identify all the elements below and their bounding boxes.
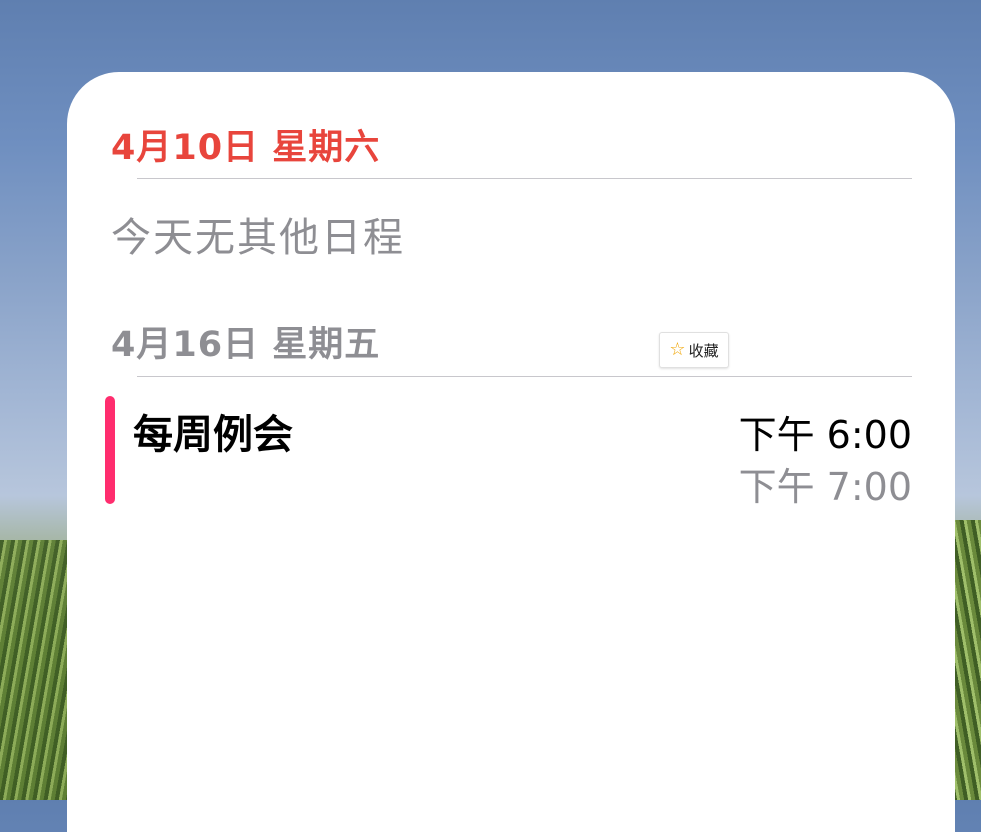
divider bbox=[137, 178, 912, 179]
no-events-text: 今天无其他日程 bbox=[111, 215, 405, 261]
star-outline-icon: ☆ bbox=[669, 339, 686, 360]
event-end-time: 下午 7:00 bbox=[738, 465, 912, 509]
wallpaper-grass-left bbox=[0, 540, 70, 800]
event-item[interactable]: 每周例会 下午 6:00 下午 7:00 bbox=[105, 396, 912, 509]
event-title: 每周例会 bbox=[133, 412, 293, 458]
favorite-button[interactable]: ☆ 收藏 bbox=[659, 332, 729, 368]
wallpaper-grass-right bbox=[953, 520, 981, 800]
event-start-time: 下午 6:00 bbox=[738, 413, 912, 457]
event-color-bar bbox=[105, 396, 115, 504]
calendar-widget[interactable]: 4月10日 星期六 今天无其他日程 4月16日 星期五 每周例会 下午 6:00… bbox=[67, 72, 955, 832]
favorite-label: 收藏 bbox=[688, 341, 719, 360]
next-date-header: 4月16日 星期五 bbox=[111, 325, 381, 365]
divider bbox=[137, 376, 912, 377]
today-date-header: 4月10日 星期六 bbox=[111, 128, 381, 168]
